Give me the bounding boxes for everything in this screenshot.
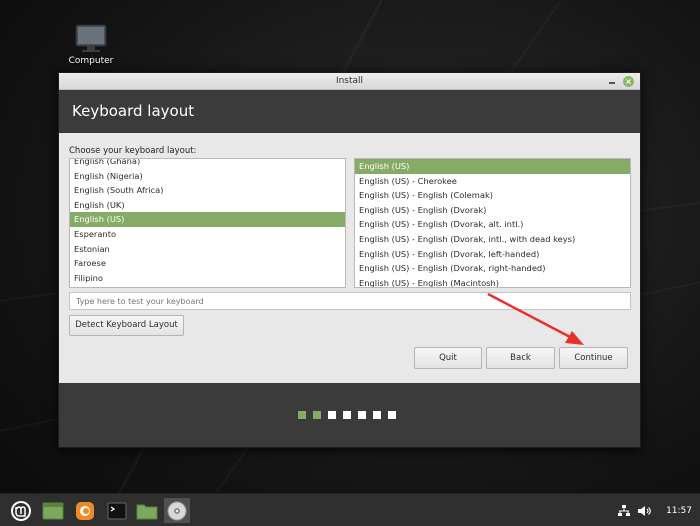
quit-button[interactable]: Quit xyxy=(414,347,482,369)
installer-button[interactable] xyxy=(164,498,190,523)
progress-step-dot xyxy=(373,411,381,419)
variant-item[interactable]: English (US) - English (Dvorak, right-ha… xyxy=(355,261,630,276)
progress-step-dot xyxy=(328,411,336,419)
detect-keyboard-layout-button[interactable]: Detect Keyboard Layout xyxy=(69,315,184,336)
computer-icon xyxy=(75,24,107,52)
layout-item[interactable]: English (UK) xyxy=(70,198,345,213)
variant-item[interactable]: English (US) xyxy=(355,159,630,174)
title-bar[interactable]: Install × xyxy=(59,73,640,90)
progress-step-dot xyxy=(343,411,351,419)
variant-item[interactable]: English (US) - English (Colemak) xyxy=(355,188,630,203)
desktop-computer-shortcut[interactable]: Computer xyxy=(66,24,116,66)
variant-item[interactable]: English (US) - English (Macintosh) xyxy=(355,276,630,287)
progress-step-dot xyxy=(298,411,306,419)
back-button[interactable]: Back xyxy=(486,347,555,369)
firefox-icon xyxy=(76,501,94,520)
variant-item[interactable]: English (US) - English (Dvorak) xyxy=(355,203,630,218)
installer-icon xyxy=(167,501,187,520)
variant-item[interactable]: English (US) - Cherokee xyxy=(355,174,630,189)
files-button[interactable] xyxy=(134,498,160,523)
network-icon[interactable] xyxy=(618,504,631,517)
layout-item[interactable]: Esperanto xyxy=(70,227,345,242)
computer-label: Computer xyxy=(68,56,114,66)
progress-dots xyxy=(298,411,396,419)
install-window: Install × Keyboard layout Choose your ke… xyxy=(58,72,641,448)
variant-item[interactable]: English (US) - English (Dvorak, intl., w… xyxy=(355,232,630,247)
layout-item[interactable]: Estonian xyxy=(70,242,345,257)
variant-item[interactable]: English (US) - English (Dvorak, left-han… xyxy=(355,247,630,262)
progress-footer xyxy=(59,383,640,447)
keyboard-layout-panel: Choose your keyboard layout: English (Gh… xyxy=(59,133,640,384)
layout-item[interactable]: Faroese xyxy=(70,256,345,271)
layout-item[interactable]: English (US) xyxy=(70,212,345,227)
show-desktop-button[interactable] xyxy=(40,498,66,523)
progress-step-dot xyxy=(388,411,396,419)
keyboard-test-input[interactable] xyxy=(69,292,631,310)
page-header: Keyboard layout xyxy=(59,90,640,133)
window-title: Install xyxy=(335,76,364,86)
files-icon xyxy=(136,504,158,519)
volume-icon[interactable] xyxy=(638,505,652,517)
mint-menu-button[interactable] xyxy=(8,498,34,523)
variant-item[interactable]: English (US) - English (Dvorak, alt. int… xyxy=(355,217,630,232)
mint-menu-icon xyxy=(11,500,31,521)
show-desktop-icon xyxy=(42,502,64,519)
choose-layout-label: Choose your keyboard layout: xyxy=(69,146,197,156)
firefox-button[interactable] xyxy=(72,498,98,523)
progress-step-dot xyxy=(358,411,366,419)
taskbar: 11:57 xyxy=(0,493,700,526)
progress-step-dot xyxy=(313,411,321,419)
variant-list[interactable]: English (US) English (US) - Cherokee Engli… xyxy=(354,158,631,288)
terminal-button[interactable] xyxy=(104,498,130,523)
layout-item[interactable]: English (Nigeria) xyxy=(70,169,345,184)
clock[interactable]: 11:57 xyxy=(666,506,692,516)
layout-item[interactable]: English (Ghana) xyxy=(70,159,345,169)
page-title: Keyboard layout xyxy=(72,102,195,120)
layout-list[interactable]: English (Ghana) English (Nigeria) English … xyxy=(69,158,346,288)
layout-item[interactable]: Filipino xyxy=(70,271,345,286)
system-tray: 11:57 xyxy=(618,494,692,526)
continue-button[interactable]: Continue xyxy=(559,347,628,369)
close-icon[interactable]: × xyxy=(623,76,634,87)
layout-item[interactable]: English (South Africa) xyxy=(70,183,345,198)
terminal-icon xyxy=(107,502,127,519)
minimize-icon[interactable] xyxy=(607,76,617,86)
